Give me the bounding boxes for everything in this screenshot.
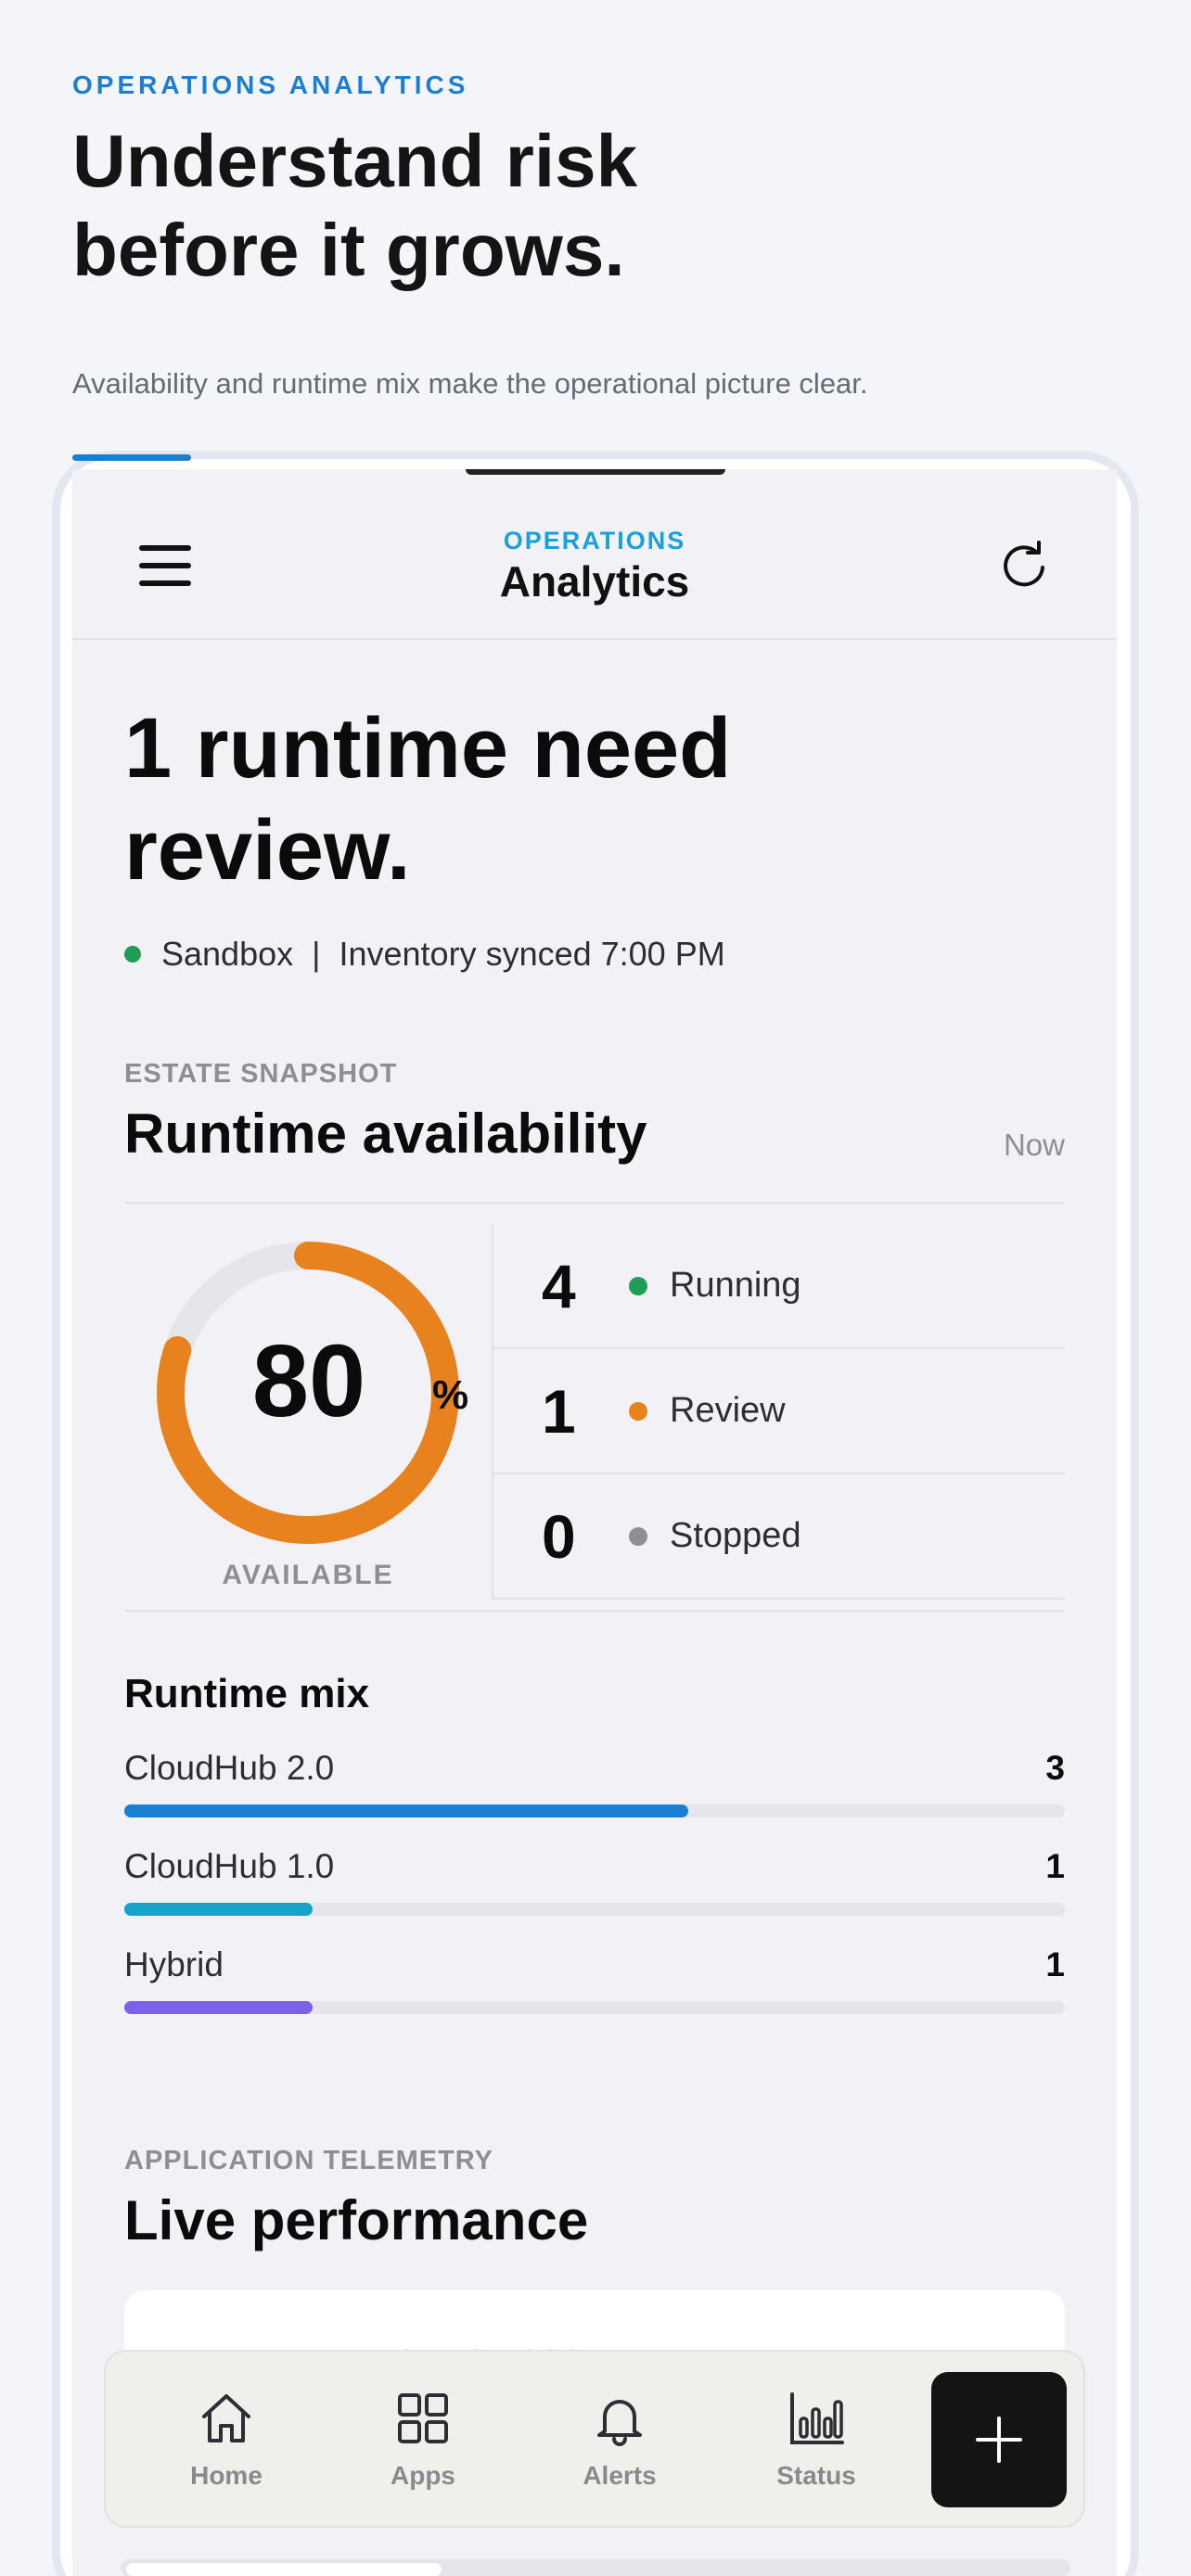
availability-unit: % bbox=[432, 1372, 469, 1418]
status-dot bbox=[629, 1526, 647, 1546]
status-row-review[interactable]: 1 Review bbox=[493, 1349, 1065, 1474]
runtime-mix-bar bbox=[124, 1903, 313, 1916]
app-screen: OPERATIONS Analytics 1 runtime need revi… bbox=[72, 469, 1117, 2576]
runtime-mix-track bbox=[124, 1903, 1065, 1916]
tab-label: Home bbox=[190, 2461, 263, 2490]
runtime-mix-count: 1 bbox=[1045, 1945, 1065, 1983]
runtime-mix-label: CloudHub 2.0 bbox=[124, 1749, 335, 1787]
availability-value: 80 bbox=[251, 1324, 366, 1438]
environment-name: Sandbox bbox=[161, 935, 294, 973]
status-label: Review bbox=[670, 1391, 786, 1430]
estate-eyebrow: ESTATE SNAPSHOT bbox=[124, 1059, 398, 1089]
availability-donut: 80 % AVAILABLE bbox=[148, 1233, 501, 1595]
tab-label: Apps bbox=[391, 2461, 455, 2490]
tab-home[interactable]: Home bbox=[152, 2352, 301, 2530]
availability-label: AVAILABLE bbox=[222, 1560, 394, 1590]
sync-status: Inventory synced 7:00 PM bbox=[339, 935, 725, 973]
status-dot bbox=[629, 1276, 647, 1295]
section-progress-indicator bbox=[72, 454, 191, 461]
telemetry-title: Live performance bbox=[124, 2189, 589, 2251]
estate-title: Runtime availability bbox=[124, 1103, 647, 1165]
availability-panel: 80 % AVAILABLE 4 Running 1 Review 0 Stop… bbox=[124, 1202, 1065, 1612]
runtime-mix-track bbox=[124, 2001, 1065, 2014]
page-headline: Understand risk before it grows. bbox=[72, 120, 638, 291]
runtime-mix-item[interactable]: CloudHub 2.0 3 bbox=[124, 1749, 1065, 1847]
header-eyebrow: OPERATIONS bbox=[503, 527, 686, 555]
add-button[interactable] bbox=[931, 2372, 1067, 2507]
refresh-icon[interactable] bbox=[996, 540, 1052, 595]
tab-label: Alerts bbox=[583, 2461, 657, 2490]
runtime-mix-count: 1 bbox=[1045, 1847, 1065, 1885]
runtime-mix-bar bbox=[124, 1804, 689, 1817]
status-count: 1 bbox=[542, 1376, 576, 1446]
telemetry-eyebrow: APPLICATION TELEMETRY bbox=[124, 2146, 493, 2175]
runtime-mix-label: Hybrid bbox=[124, 1945, 224, 1983]
page-eyebrow: OPERATIONS ANALYTICS bbox=[72, 70, 469, 99]
status-dot bbox=[124, 946, 141, 963]
apps-grid-icon bbox=[398, 2393, 448, 2443]
status-count: 0 bbox=[542, 1501, 576, 1571]
status-label: Running bbox=[670, 1266, 801, 1305]
tab-bar: Home Apps Alerts Status bbox=[104, 2350, 1085, 2528]
bar-chart-icon bbox=[790, 2392, 844, 2444]
status-row-stopped[interactable]: 0 Stopped bbox=[493, 1474, 1065, 1600]
runtime-mix-bar bbox=[124, 2001, 313, 2014]
runtime-mix-list: CloudHub 2.0 3 CloudHub 1.0 1 Hybrid 1 bbox=[124, 1749, 1065, 2044]
app-header: OPERATIONS Analytics bbox=[72, 469, 1117, 640]
runtime-mix-item[interactable]: Hybrid 1 bbox=[124, 1945, 1065, 2044]
status-breakdown: 4 Running 1 Review 0 Stopped bbox=[492, 1224, 1065, 1600]
status-row-running[interactable]: 4 Running bbox=[493, 1224, 1065, 1349]
page-subtitle: Availability and runtime mix make the op… bbox=[72, 367, 868, 400]
estate-timeframe[interactable]: Now bbox=[1004, 1128, 1065, 1163]
runtime-mix-title: Runtime mix bbox=[124, 1671, 370, 1716]
runtime-mix-track bbox=[124, 1804, 1065, 1817]
runtime-mix-item[interactable]: CloudHub 1.0 1 bbox=[124, 1847, 1065, 1945]
header-title: Analytics bbox=[499, 557, 690, 606]
tab-status[interactable]: Status bbox=[742, 2352, 890, 2530]
summary-headline: 1 runtime need review. bbox=[124, 701, 732, 898]
status-separator: | bbox=[312, 935, 321, 973]
plus-icon-stroke bbox=[997, 2417, 1001, 2463]
scroll-indicator bbox=[126, 2563, 442, 2576]
runtime-mix-label: CloudHub 1.0 bbox=[124, 1847, 335, 1885]
environment-status: Sandbox | Inventory synced 7:00 PM bbox=[124, 935, 725, 974]
tab-apps[interactable]: Apps bbox=[349, 2352, 497, 2530]
status-label: Stopped bbox=[670, 1516, 801, 1555]
device-notch bbox=[466, 469, 725, 475]
bell-icon bbox=[597, 2400, 642, 2446]
status-count: 4 bbox=[542, 1251, 576, 1320]
runtime-mix-count: 3 bbox=[1045, 1749, 1065, 1787]
tab-alerts[interactable]: Alerts bbox=[545, 2352, 694, 2530]
tab-label: Status bbox=[776, 2461, 856, 2490]
home-icon bbox=[202, 2394, 250, 2442]
status-dot bbox=[629, 1401, 647, 1421]
